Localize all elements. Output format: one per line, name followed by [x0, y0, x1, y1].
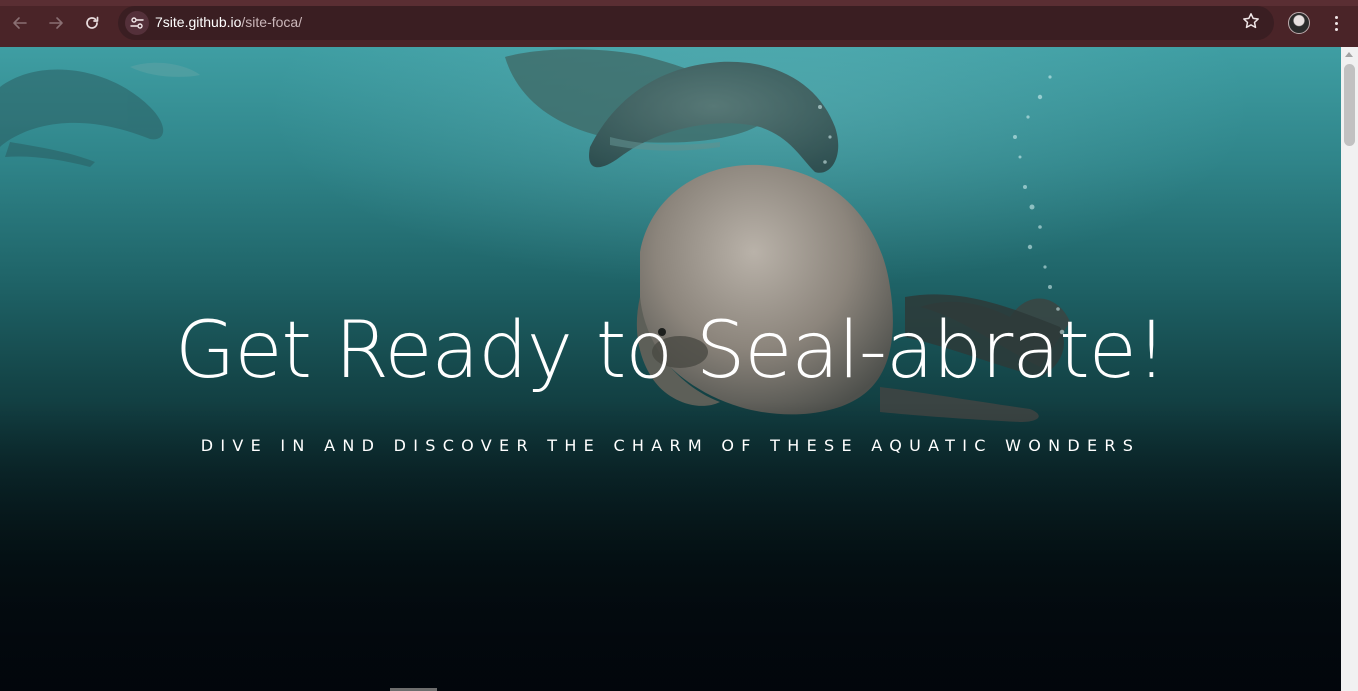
kebab-dot: [1334, 21, 1338, 25]
reload-button[interactable]: [77, 8, 107, 38]
browser-toolbar: 7site.github.io/site-foca/: [0, 0, 1358, 47]
url-text[interactable]: 7site.github.io/site-foca/: [155, 14, 302, 30]
scroll-up-arrow-icon[interactable]: [1345, 52, 1353, 57]
arrow-left-icon: [13, 17, 27, 29]
arrow-right-icon: [49, 17, 63, 29]
kebab-dot: [1334, 15, 1338, 19]
star-outline-icon: [1243, 13, 1259, 29]
hero-section: Get Ready to Seal-abrate! DIVE IN AND DI…: [0, 47, 1341, 691]
hero-subtitle: DIVE IN AND DISCOVER THE CHARM OF THESE …: [200, 436, 1141, 455]
bookmark-button[interactable]: [1242, 12, 1260, 36]
site-info-button[interactable]: [125, 11, 149, 35]
reload-icon: [86, 16, 99, 29]
url-path: /site-foca/: [241, 14, 303, 30]
tune-icon: [130, 17, 144, 29]
kebab-dot: [1334, 27, 1338, 31]
hero-title: Get Ready to Seal-abrate!: [175, 306, 1167, 396]
profile-avatar[interactable]: [1288, 12, 1310, 34]
back-button[interactable]: [5, 8, 35, 38]
url-host: 7site.github.io: [155, 14, 242, 30]
browser-menu-button[interactable]: [1328, 12, 1344, 34]
address-bar[interactable]: 7site.github.io/site-foca/: [118, 6, 1274, 40]
vertical-scrollbar[interactable]: [1341, 47, 1358, 691]
forward-button[interactable]: [41, 8, 71, 38]
scroll-thumb[interactable]: [1344, 64, 1355, 146]
